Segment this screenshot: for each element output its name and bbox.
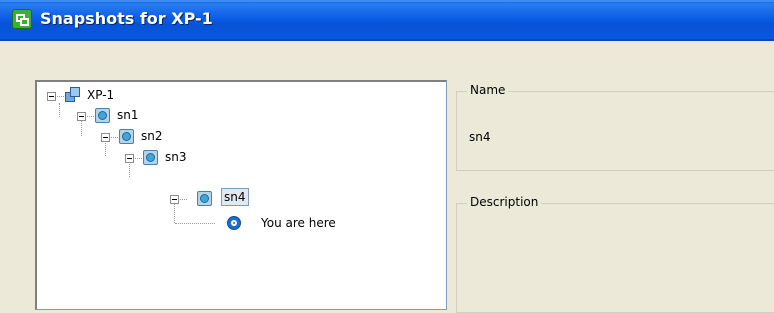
snapshot-label[interactable]: sn3	[165, 149, 187, 165]
name-group-label: Name	[467, 83, 509, 97]
snapshot-name-value: sn4	[469, 130, 491, 144]
collapse-toggle[interactable]	[101, 133, 110, 142]
snapshot-label[interactable]: sn2	[141, 128, 163, 144]
snapshot-tree[interactable]: XP-1 sn1 sn2 sn3 sn4 You are here	[35, 80, 447, 310]
snapshot-icon	[119, 128, 135, 144]
description-group-label: Description	[467, 195, 542, 209]
virtual-machine-icon	[65, 87, 81, 103]
collapse-toggle[interactable]	[77, 112, 86, 121]
vm-name-label[interactable]: XP-1	[87, 87, 114, 103]
snapshot-label[interactable]: sn4	[221, 188, 249, 206]
current-position-label[interactable]: You are here	[261, 215, 336, 231]
snapshot-icon	[143, 149, 159, 165]
title-bar: Snapshots for XP-1	[0, 0, 774, 41]
description-group: Description	[456, 195, 774, 313]
name-group: Name sn4	[456, 83, 774, 171]
snapshot-icon	[95, 107, 111, 123]
snapshot-icon	[197, 190, 213, 206]
snapshot-manager-icon	[12, 9, 32, 29]
collapse-toggle[interactable]	[125, 154, 134, 163]
collapse-toggle[interactable]	[47, 92, 56, 101]
you-are-here-icon	[227, 216, 241, 230]
window-title: Snapshots for XP-1	[40, 9, 213, 28]
snapshot-label[interactable]: sn1	[117, 107, 139, 123]
collapse-toggle[interactable]	[170, 195, 179, 204]
